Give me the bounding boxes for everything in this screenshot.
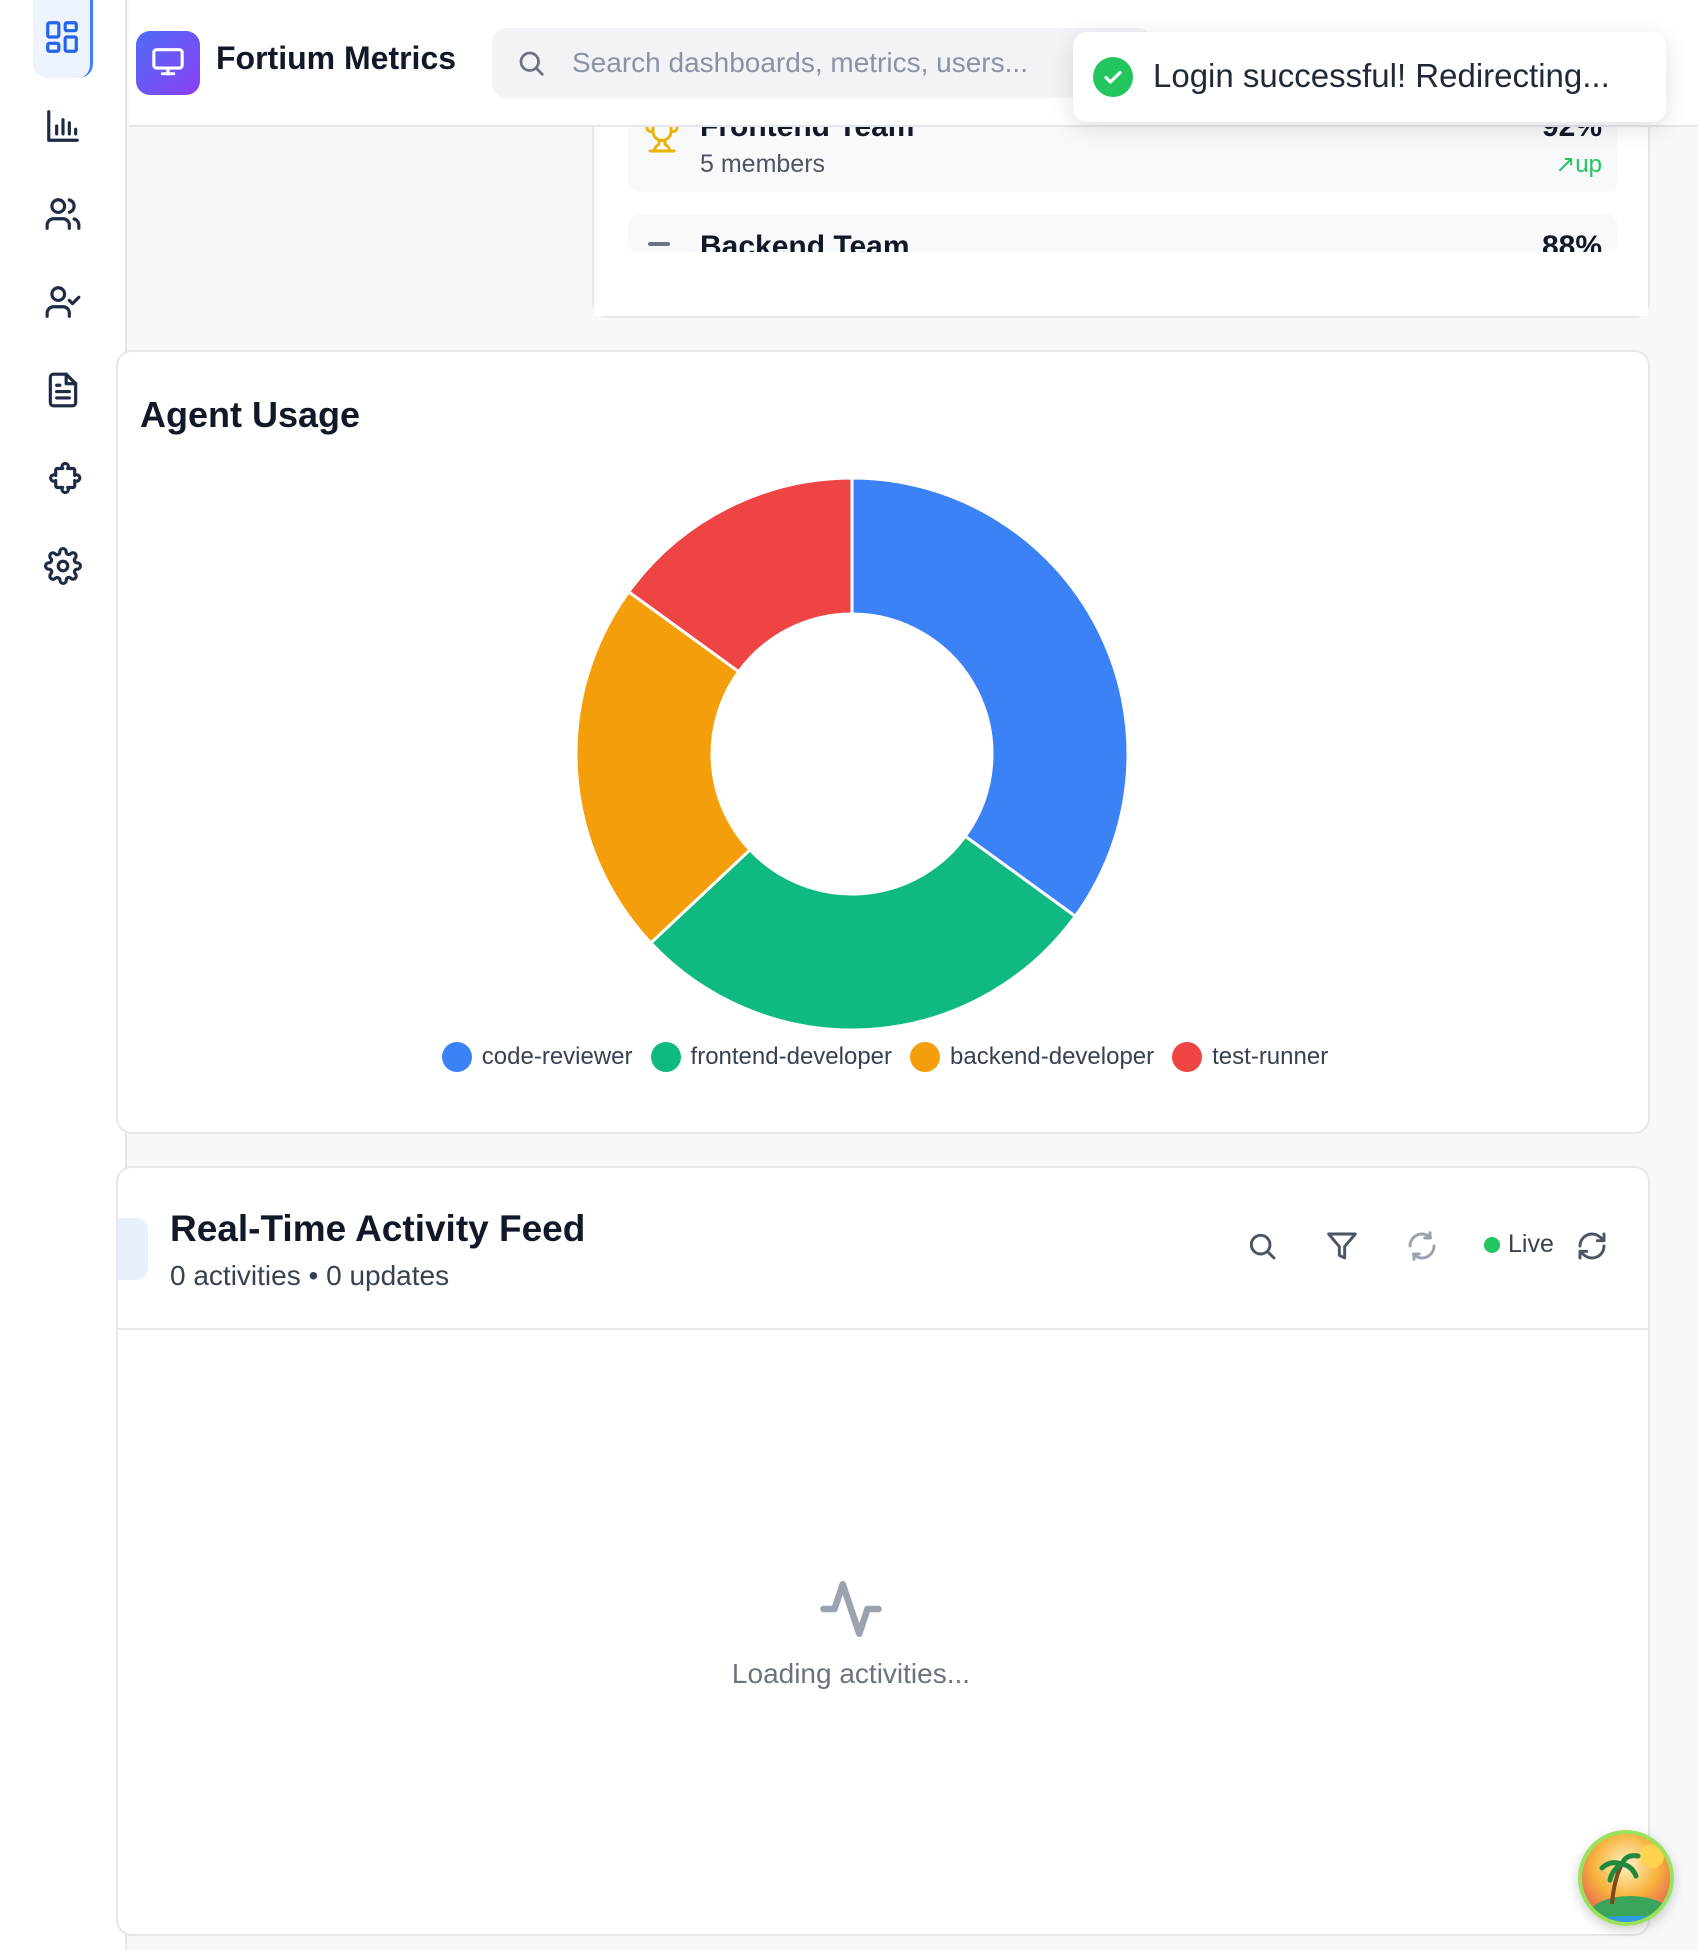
feed-subtitle: 0 activities • 0 updates <box>170 1260 449 1292</box>
activity-icon-box <box>118 1218 148 1280</box>
bar-chart-icon <box>44 107 82 150</box>
sidebar-item-reports[interactable] <box>33 362 93 422</box>
live-status-dot <box>1484 1236 1500 1253</box>
legend-swatch <box>441 1042 472 1072</box>
page: Frontend Team 5 members 92% ↗up Backend … <box>0 0 1698 1950</box>
medal-icon <box>648 242 670 246</box>
legend-label: frontend-developer <box>690 1043 892 1070</box>
activity-feed-card: Real-Time Activity Feed 0 activities • 0… <box>116 1166 1650 1936</box>
dashboard-icon <box>43 18 81 61</box>
assistant-avatar-button[interactable] <box>1578 1830 1674 1926</box>
sidebar-item-settings[interactable] <box>33 538 93 598</box>
brand-logo[interactable] <box>136 31 200 95</box>
legend-item-frontend-developer[interactable]: frontend-developer <box>650 1042 892 1072</box>
sidebar-item-dashboard[interactable] <box>33 0 93 78</box>
refresh-icon <box>1576 1230 1608 1267</box>
search-button[interactable] <box>1232 1218 1292 1278</box>
filter-icon <box>1326 1230 1358 1267</box>
rotate-icon <box>1406 1230 1438 1267</box>
loading-text: Loading activities... <box>731 1658 971 1689</box>
team-row[interactable]: Backend Team 88% <box>628 214 1618 263</box>
monitor-icon <box>151 44 185 83</box>
refresh-button[interactable] <box>1562 1218 1622 1278</box>
card-title: Agent Usage <box>140 394 361 435</box>
filter-button[interactable] <box>1312 1218 1372 1278</box>
agent-usage-donut-chart <box>574 476 1130 1032</box>
toast-notification[interactable]: Login successful! Redirecting... <box>1073 32 1666 122</box>
feed-toolbar: Live <box>1232 1218 1648 1278</box>
feed-title: Real-Time Activity Feed <box>170 1208 586 1249</box>
sidebar-item-integrations[interactable] <box>33 450 93 510</box>
check-circle-icon <box>1093 57 1133 97</box>
sidebar-item-analytics[interactable] <box>33 98 93 158</box>
legend-item-test-runner[interactable]: test-runner <box>1172 1042 1328 1072</box>
legend-label: test-runner <box>1212 1043 1329 1070</box>
live-indicator[interactable]: Live <box>1484 1230 1554 1259</box>
feed-header: Real-Time Activity Feed 0 activities • 0… <box>118 1168 1648 1330</box>
agent-usage-card: Agent Usage code-reviewer frontend-develo… <box>116 350 1650 1134</box>
toast-message: Login successful! Redirecting... <box>1153 57 1610 94</box>
donut-slice-code-reviewer[interactable] <box>850 476 1130 919</box>
search-input[interactable] <box>572 28 1132 98</box>
auto-refresh-button[interactable] <box>1392 1218 1452 1278</box>
update-count: 0 updates <box>326 1260 450 1291</box>
legend-item-code-reviewer[interactable]: code-reviewer <box>441 1042 633 1072</box>
document-icon <box>44 371 82 414</box>
live-label: Live <box>1508 1230 1554 1258</box>
sidebar <box>0 0 127 1950</box>
user-check-icon <box>44 283 82 326</box>
activity-count: 0 activities <box>170 1260 301 1291</box>
users-icon <box>44 195 82 238</box>
legend-item-backend-developer[interactable]: backend-developer <box>910 1042 1154 1072</box>
gear-icon <box>44 546 82 590</box>
legend-label: code-reviewer <box>481 1043 633 1070</box>
legend-label: backend-developer <box>950 1043 1155 1070</box>
legend-swatch <box>910 1042 940 1072</box>
team-members: 5 members <box>700 150 826 178</box>
card-clip <box>594 252 1648 316</box>
puzzle-icon <box>44 459 82 502</box>
search-bar[interactable] <box>492 28 1152 98</box>
sidebar-item-user-check[interactable] <box>33 274 93 334</box>
chart-legend: code-reviewer frontend-developer backend-d… <box>118 1042 1652 1072</box>
separator-dot: • <box>308 1260 319 1291</box>
search-icon <box>1246 1230 1278 1267</box>
brand-name: Fortium Metrics <box>216 40 457 76</box>
team-trend: ↗up <box>1555 151 1602 178</box>
legend-swatch <box>1172 1042 1203 1072</box>
legend-swatch <box>650 1042 681 1072</box>
sidebar-item-users[interactable] <box>33 186 93 246</box>
island-icon <box>1585 1844 1670 1922</box>
activity-pulse-icon <box>818 1576 884 1642</box>
